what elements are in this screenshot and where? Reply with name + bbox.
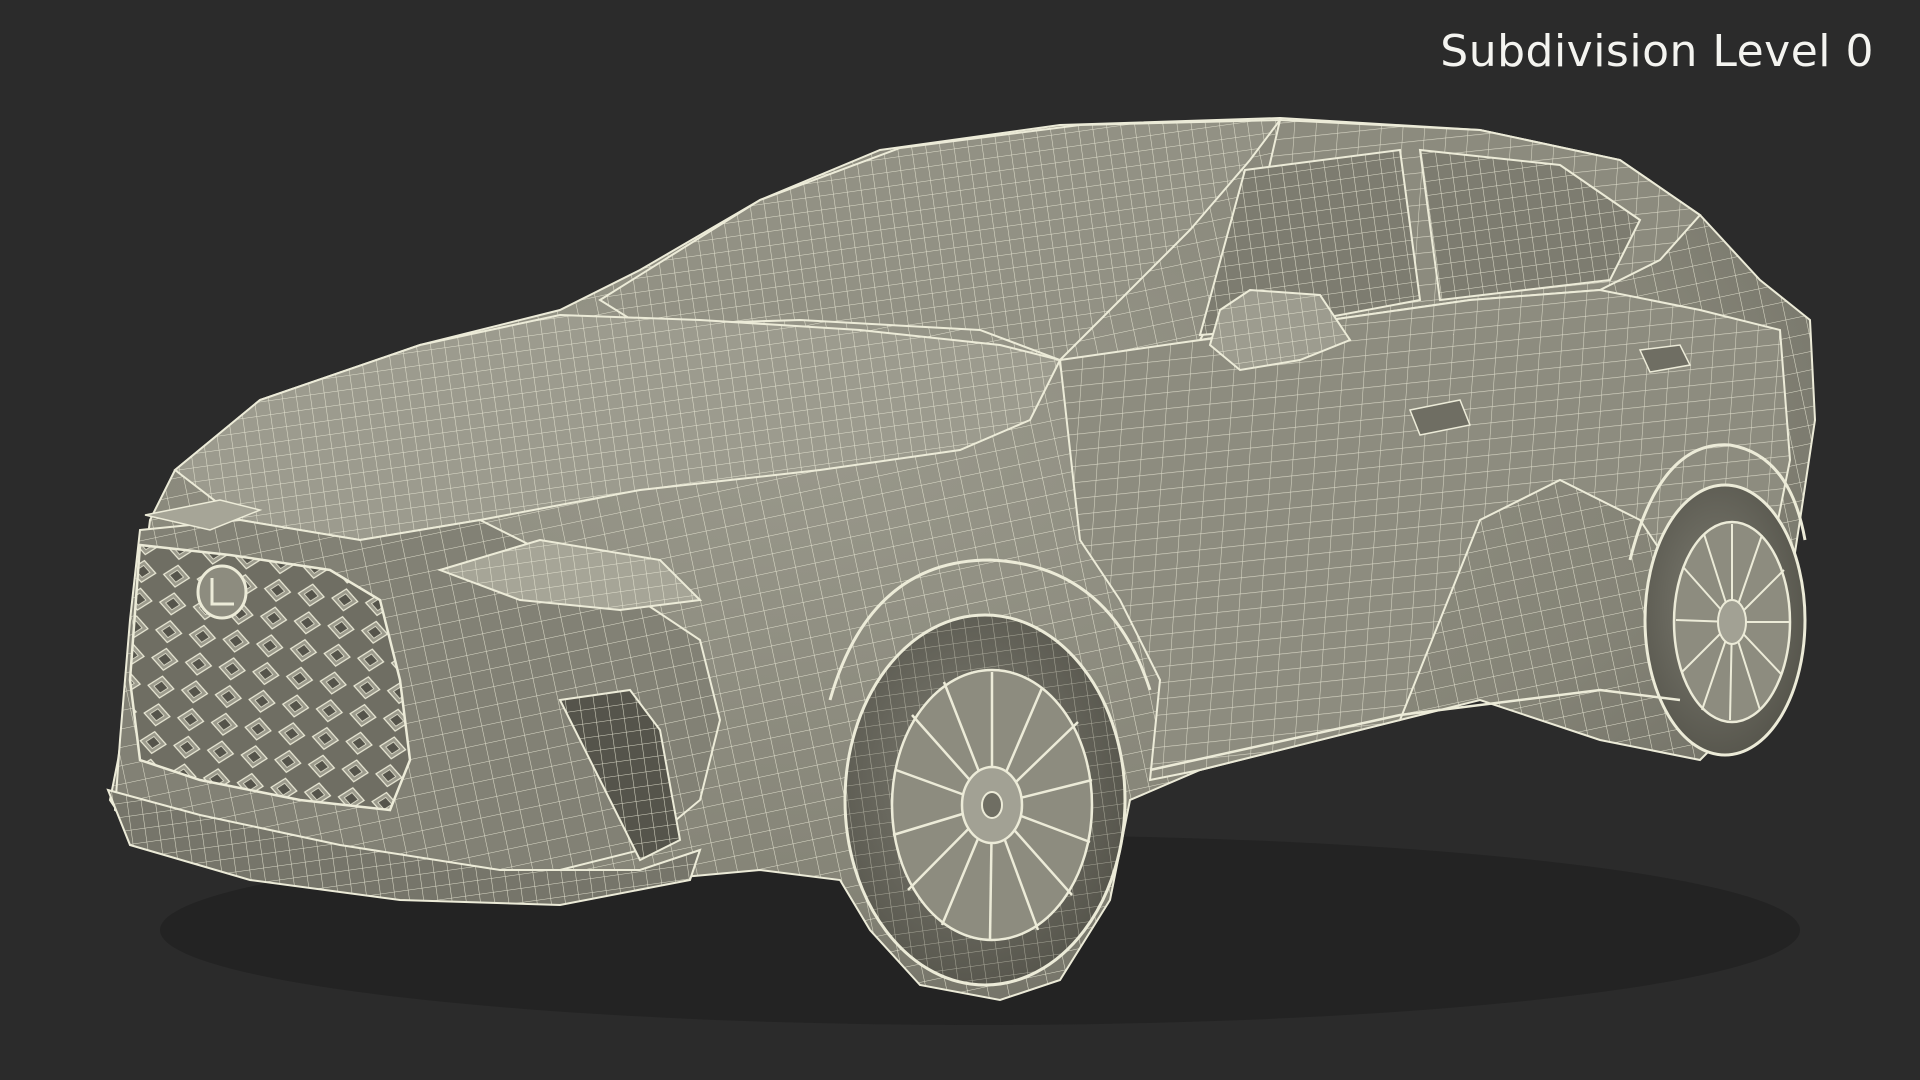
suv-wireframe-icon [106, 116, 1817, 1025]
subdivision-level-label: Subdivision Level 0 [1440, 26, 1874, 77]
rear-wheel [1643, 483, 1807, 757]
emblem-icon [196, 564, 248, 620]
render-viewport: Subdivision Level 0 [0, 0, 1920, 1080]
front-wheel [843, 613, 1127, 987]
